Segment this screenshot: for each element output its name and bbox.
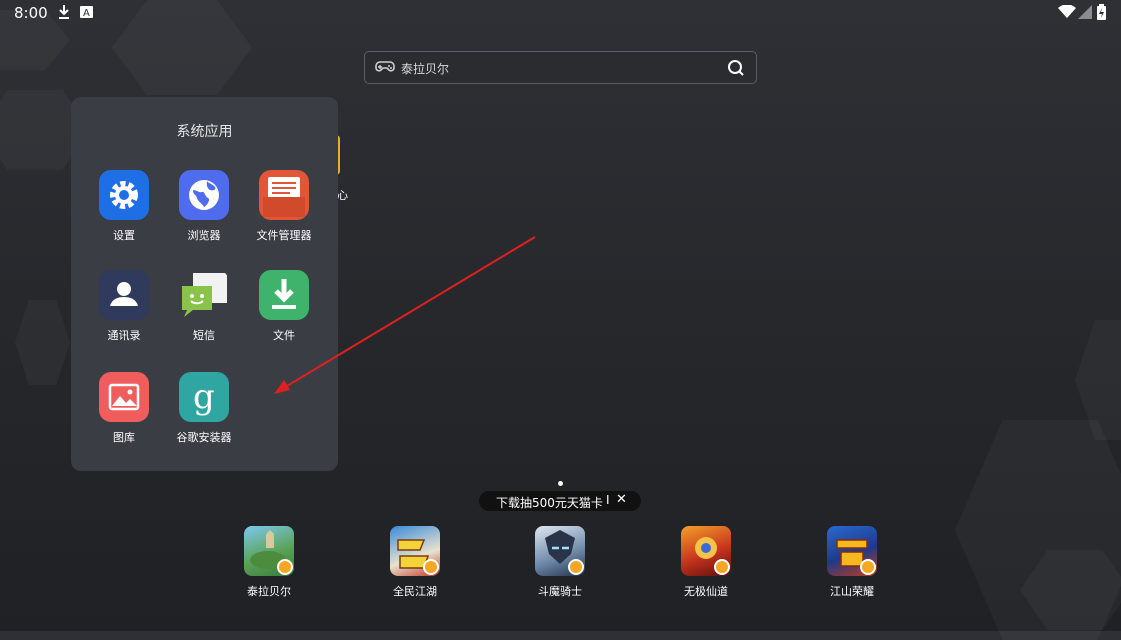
settings-icon [99, 170, 149, 220]
battery-icon [1097, 4, 1106, 24]
dock-app-wuji-xiandao[interactable]: 无极仙道 [661, 526, 751, 599]
dock-app-quanmin-jianghu[interactable]: 全民江湖 [370, 526, 460, 599]
terabell-icon [244, 526, 294, 576]
badge-icon [714, 559, 730, 575]
dock-app-label: 无极仙道 [684, 585, 728, 598]
app-label: 浏览器 [187, 229, 221, 242]
home-screen: { "status_bar": {"time": "8:00", "icons"… [0, 0, 1121, 631]
svg-text:g: g [193, 377, 215, 417]
dock-app-jiangshan-rongyao[interactable]: 江山荣耀 [807, 526, 897, 599]
app-label: 文件管理器 [256, 229, 312, 242]
app-label: 短信 [193, 329, 215, 342]
app-files[interactable]: 文件 [244, 270, 324, 343]
app-contacts[interactable]: 通讯录 [84, 270, 164, 343]
wifi-icon [1058, 4, 1076, 23]
app-label: 通讯录 [107, 329, 141, 342]
file-download-icon [259, 270, 309, 320]
file-manager-icon [259, 170, 309, 220]
dock-app-label: 斗魔骑士 [538, 585, 582, 598]
search-text: 泰拉贝尔 [401, 62, 450, 76]
gamepad-icon [375, 59, 395, 79]
dock-app-label: 全民江湖 [393, 585, 437, 598]
app-label: 谷歌安装器 [176, 431, 232, 444]
app-gallery[interactable]: 图库 [84, 372, 164, 445]
google-installer-icon: g [179, 372, 229, 422]
app-file-manager[interactable]: 文件管理器 [244, 170, 324, 243]
close-icon[interactable]: ✕ [616, 492, 627, 507]
search-icon[interactable] [727, 59, 745, 81]
page-indicator-dot [558, 481, 563, 486]
system-apps-folder: 系统应用 设置 浏览器 文件管理器 通讯录 短信 文件 图库 g 谷歌安装器 [71, 97, 338, 471]
app-settings[interactable]: 设置 [84, 170, 164, 243]
sms-icon [179, 270, 229, 320]
search-bar[interactable]: 泰拉贝尔 [364, 51, 757, 84]
dock-app-terabell[interactable]: 泰拉贝尔 [224, 526, 314, 599]
signal-icon [1078, 4, 1092, 23]
download-icon [57, 4, 71, 24]
promo-banner[interactable]: 下载抽500元天猫卡 I ✕ [479, 491, 641, 511]
app-sms[interactable]: 短信 [164, 270, 244, 343]
status-bar: 8:00 A [0, 0, 1121, 26]
app-label: 设置 [113, 229, 135, 242]
dock-app-label: 泰拉贝尔 [247, 585, 291, 598]
badge-icon [568, 559, 584, 575]
dock-app-doumo-knight[interactable]: 斗魔骑士 [515, 526, 605, 599]
app-label: 文件 [273, 329, 295, 342]
promo-text: 下载抽500元天猫卡 [496, 496, 603, 510]
folder-title: 系统应用 [176, 124, 233, 140]
background-hexagon [15, 300, 70, 385]
clock: 8:00 [14, 4, 48, 22]
svg-text:A: A [83, 8, 90, 19]
jiangshan-rongyao-icon [827, 526, 877, 576]
wuji-xiandao-icon [681, 526, 731, 576]
contacts-icon [99, 270, 149, 320]
badge-icon [423, 559, 439, 575]
app-google-installer[interactable]: g 谷歌安装器 [164, 372, 244, 445]
app-label: 图库 [113, 431, 135, 444]
badge-icon [860, 559, 876, 575]
badge-icon [277, 559, 293, 575]
doumo-knight-icon [535, 526, 585, 576]
promo-separator: I [606, 493, 610, 507]
dock-app-label: 江山荣耀 [830, 585, 874, 598]
a-notification-icon: A [80, 4, 93, 23]
globe-icon [179, 170, 229, 220]
gallery-icon [99, 372, 149, 422]
app-browser[interactable]: 浏览器 [164, 170, 244, 243]
hidden-app-label: 心 [337, 189, 348, 202]
quanmin-jianghu-icon [390, 526, 440, 576]
